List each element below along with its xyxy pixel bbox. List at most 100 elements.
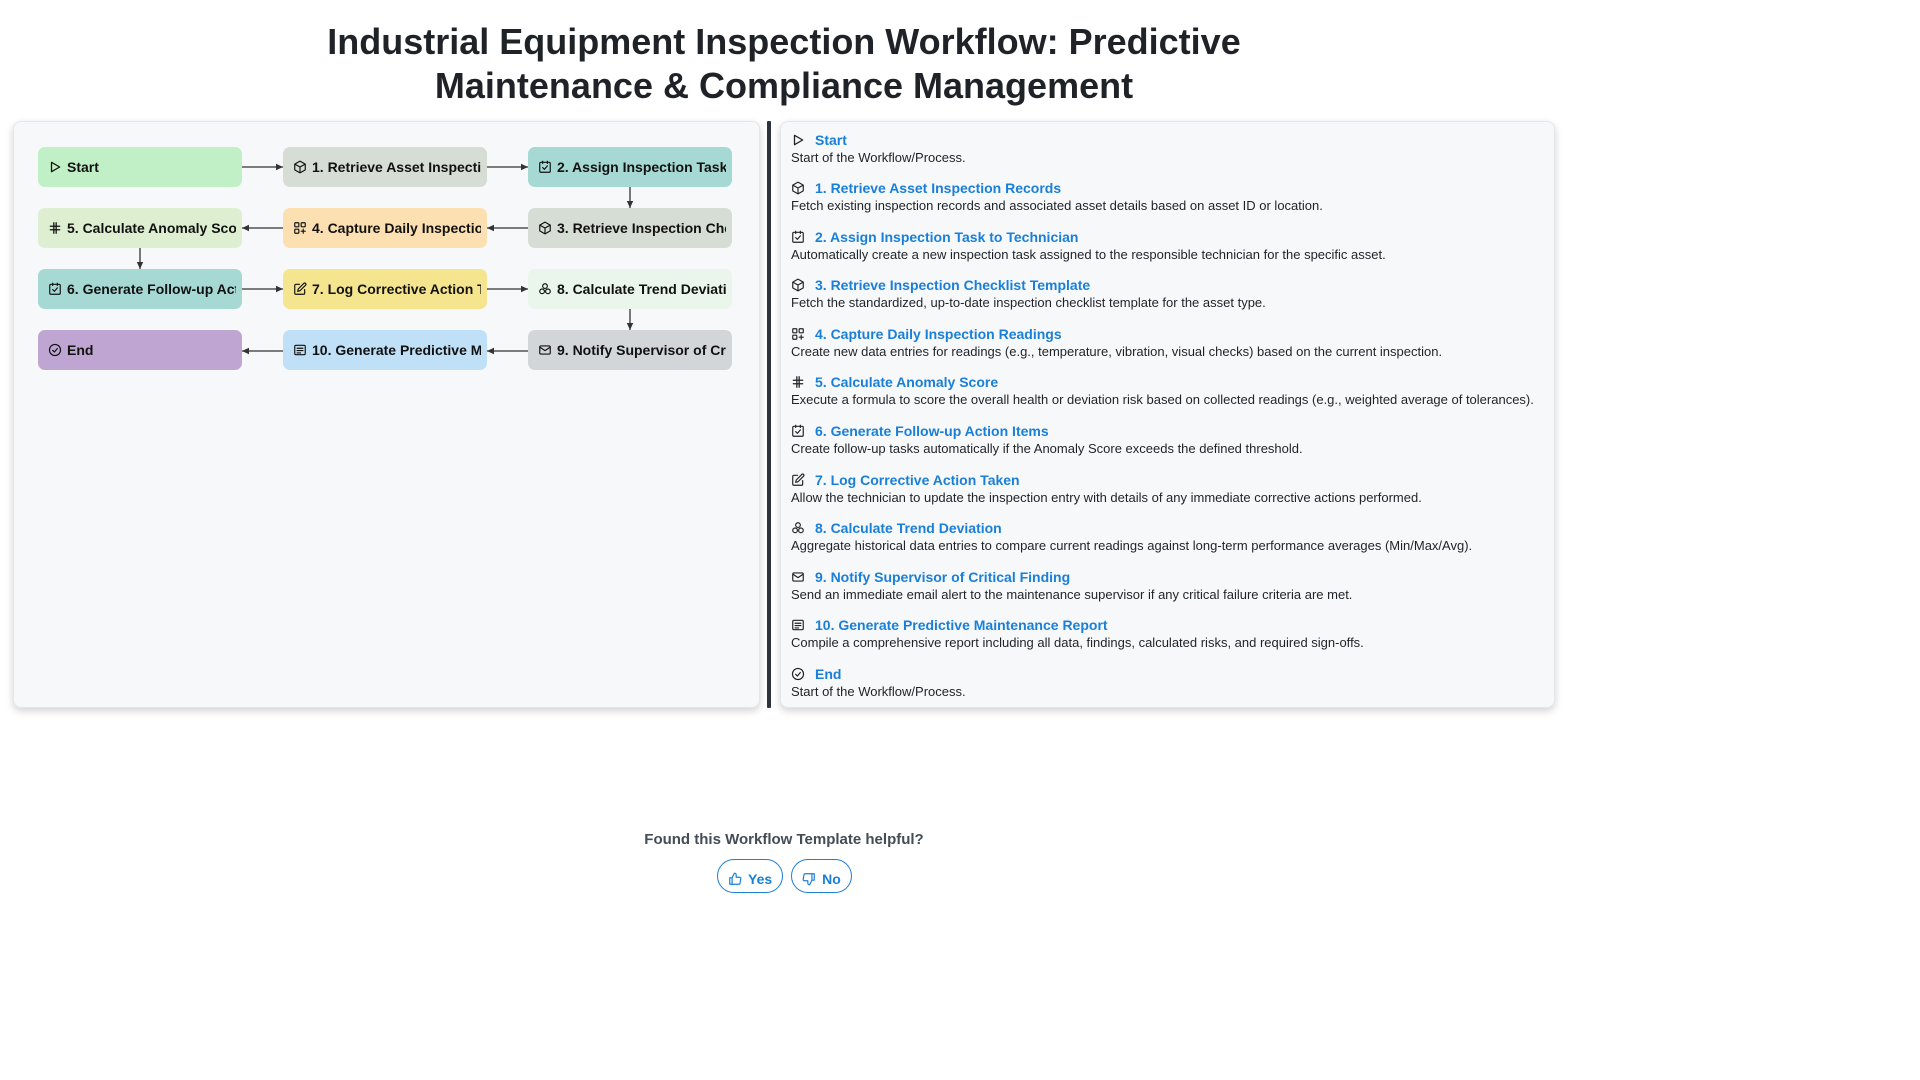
flow-node-step-9[interactable]: 9. Notify Supervisor of Critical Finding [528,330,732,370]
feedback-yes-label: Yes [748,871,773,887]
mail-icon [538,343,552,357]
step-detail-item: Start Start of the Workflow/Process. [791,131,966,166]
step-detail-header: Start [791,131,966,149]
flow-node-label: 10. Generate Predictive Maintenance Repo… [312,342,481,358]
checkbox-icon [538,160,552,174]
flow-node-step-5[interactable]: 5. Calculate Anomaly Score [38,208,242,248]
cluster-icon [538,282,552,296]
flow-node-step-8[interactable]: 8. Calculate Trend Deviation [528,269,732,309]
flow-node-step-7[interactable]: 7. Log Corrective Action Taken [283,269,487,309]
step-detail-header: 1. Retrieve Asset Inspection Records [791,179,1323,197]
flow-node-label: 4. Capture Daily Inspection Readings [312,220,481,236]
step-detail-title[interactable]: Start [815,132,847,148]
panel-divider[interactable] [767,121,771,708]
flow-node-end[interactable]: End [38,330,242,370]
feedback-yes-button[interactable]: Yes [717,859,784,893]
play-icon [48,160,62,174]
step-detail-description: Start of the Workflow/Process. [791,684,966,699]
flow-node-label: 7. Log Corrective Action Taken [312,281,481,297]
step-detail-item: 5. Calculate Anomaly Score Execute a form… [791,373,1534,408]
step-detail-description: Send an immediate email alert to the mai… [791,587,1353,602]
thumbs-down-icon [802,872,816,886]
feedback-question: Found this Workflow Template helpful? [644,831,924,848]
feedback-no-label: No [822,871,841,887]
step-detail-header: 7. Log Corrective Action Taken [791,471,1422,489]
step-detail-header: 6. Generate Follow-up Action Items [791,422,1303,440]
step-detail-title[interactable]: End [815,666,841,682]
feedback-buttons: Yes No [717,859,852,893]
step-detail-title[interactable]: 1. Retrieve Asset Inspection Records [815,180,1061,196]
flow-node-label: 2. Assign Inspection Task to Technician [557,159,726,175]
step-detail-item: End Start of the Workflow/Process. [791,665,966,700]
flow-node-start[interactable]: Start [38,147,242,187]
step-detail-header: 8. Calculate Trend Deviation [791,519,1472,537]
edit-icon [791,473,805,487]
page-title-line-2: Maintenance & Compliance Management [434,65,1134,106]
step-detail-item: 9. Notify Supervisor of Critical Finding… [791,568,1352,603]
feedback-no-button[interactable]: No [791,859,852,893]
report-icon [293,343,307,357]
cube-icon [293,160,307,174]
edit-icon [293,282,307,296]
flow-node-step-1[interactable]: 1. Retrieve Asset Inspection Records [283,147,487,187]
step-detail-title[interactable]: 8. Calculate Trend Deviation [815,520,1002,536]
step-detail-title[interactable]: 4. Capture Daily Inspection Readings [815,326,1062,342]
step-detail-description: Automatically create a new inspection ta… [791,247,1386,262]
step-detail-header: 10. Generate Predictive Maintenance Repo… [791,616,1364,634]
flow-node-step-3[interactable]: 3. Retrieve Inspection Checklist Templat… [528,208,732,248]
step-detail-title[interactable]: 2. Assign Inspection Task to Technician [815,229,1078,245]
step-detail-description: Aggregate historical data entries to com… [791,538,1473,553]
step-detail-title[interactable]: 5. Calculate Anomaly Score [815,374,998,390]
step-details-panel: Start Start of the Workflow/Process. 1. Re… [780,121,1555,708]
step-detail-item: 10. Generate Predictive Maintenance Repo… [791,616,1364,651]
page-title-line-1: Industrial Equipment Inspection Workflow… [327,21,1241,62]
step-detail-item: 7. Log Corrective Action Taken Allow the … [791,471,1422,506]
step-detail-title[interactable]: 7. Log Corrective Action Taken [815,472,1020,488]
grid-plus-icon [293,221,307,235]
step-detail-title[interactable]: 6. Generate Follow-up Action Items [815,423,1049,439]
step-detail-title[interactable]: 9. Notify Supervisor of Critical Finding [815,569,1070,585]
step-detail-description: Start of the Workflow/Process. [791,150,966,165]
check-circle-icon [48,343,62,357]
step-detail-header: 5. Calculate Anomaly Score [791,373,1534,391]
flow-node-step-2[interactable]: 2. Assign Inspection Task to Technician [528,147,732,187]
flow-node-label: 5. Calculate Anomaly Score [67,220,236,236]
step-detail-header: 3. Retrieve Inspection Checklist Templat… [791,276,1266,294]
page-title: Industrial Equipment Inspection Workflow… [0,20,1568,108]
thumbs-up-icon [728,872,742,886]
step-detail-description: Compile a comprehensive report including… [791,635,1364,650]
cube-icon [791,278,805,292]
checkbox-icon [791,230,805,244]
step-detail-description: Fetch the standardized, up-to-date inspe… [791,295,1266,310]
play-icon [791,133,805,147]
flow-node-step-6[interactable]: 6. Generate Follow-up Action Items [38,269,242,309]
flow-node-step-4[interactable]: 4. Capture Daily Inspection Readings [283,208,487,248]
check-circle-icon [791,667,805,681]
feedback-section: Found this Workflow Template helpful? Ye… [0,831,1568,893]
step-detail-item: 6. Generate Follow-up Action Items Create… [791,422,1303,457]
step-detail-header: End [791,665,966,683]
cluster-icon [791,521,805,535]
cube-icon [538,221,552,235]
report-icon [791,618,805,632]
flow-node-step-10[interactable]: 10. Generate Predictive Maintenance Repo… [283,330,487,370]
step-detail-description: Create new data entries for readings (e.… [791,344,1443,359]
step-detail-header: 4. Capture Daily Inspection Readings [791,325,1442,343]
step-detail-description: Execute a formula to score the overall h… [791,392,1534,407]
cube-icon [791,181,805,195]
step-detail-title[interactable]: 3. Retrieve Inspection Checklist Templat… [815,277,1090,293]
flow-node-label: 8. Calculate Trend Deviation [557,281,726,297]
grid-plus-icon [791,327,805,341]
step-detail-description: Allow the technician to update the inspe… [791,490,1422,505]
step-detail-description: Fetch existing inspection records and as… [791,198,1323,213]
flow-node-label: 3. Retrieve Inspection Checklist Templat… [557,220,726,236]
step-detail-description: Create follow-up tasks automatically if … [791,441,1303,456]
step-detail-header: 2. Assign Inspection Task to Technician [791,228,1386,246]
flow-node-label: Start [67,159,99,175]
flow-node-label: 9. Notify Supervisor of Critical Finding [557,342,726,358]
step-detail-item: 8. Calculate Trend Deviation Aggregate hi… [791,519,1472,554]
flow-node-label: 1. Retrieve Asset Inspection Records [312,159,481,175]
step-detail-header: 9. Notify Supervisor of Critical Finding [791,568,1352,586]
hash-icon [791,375,805,389]
step-detail-title[interactable]: 10. Generate Predictive Maintenance Repo… [815,617,1108,633]
